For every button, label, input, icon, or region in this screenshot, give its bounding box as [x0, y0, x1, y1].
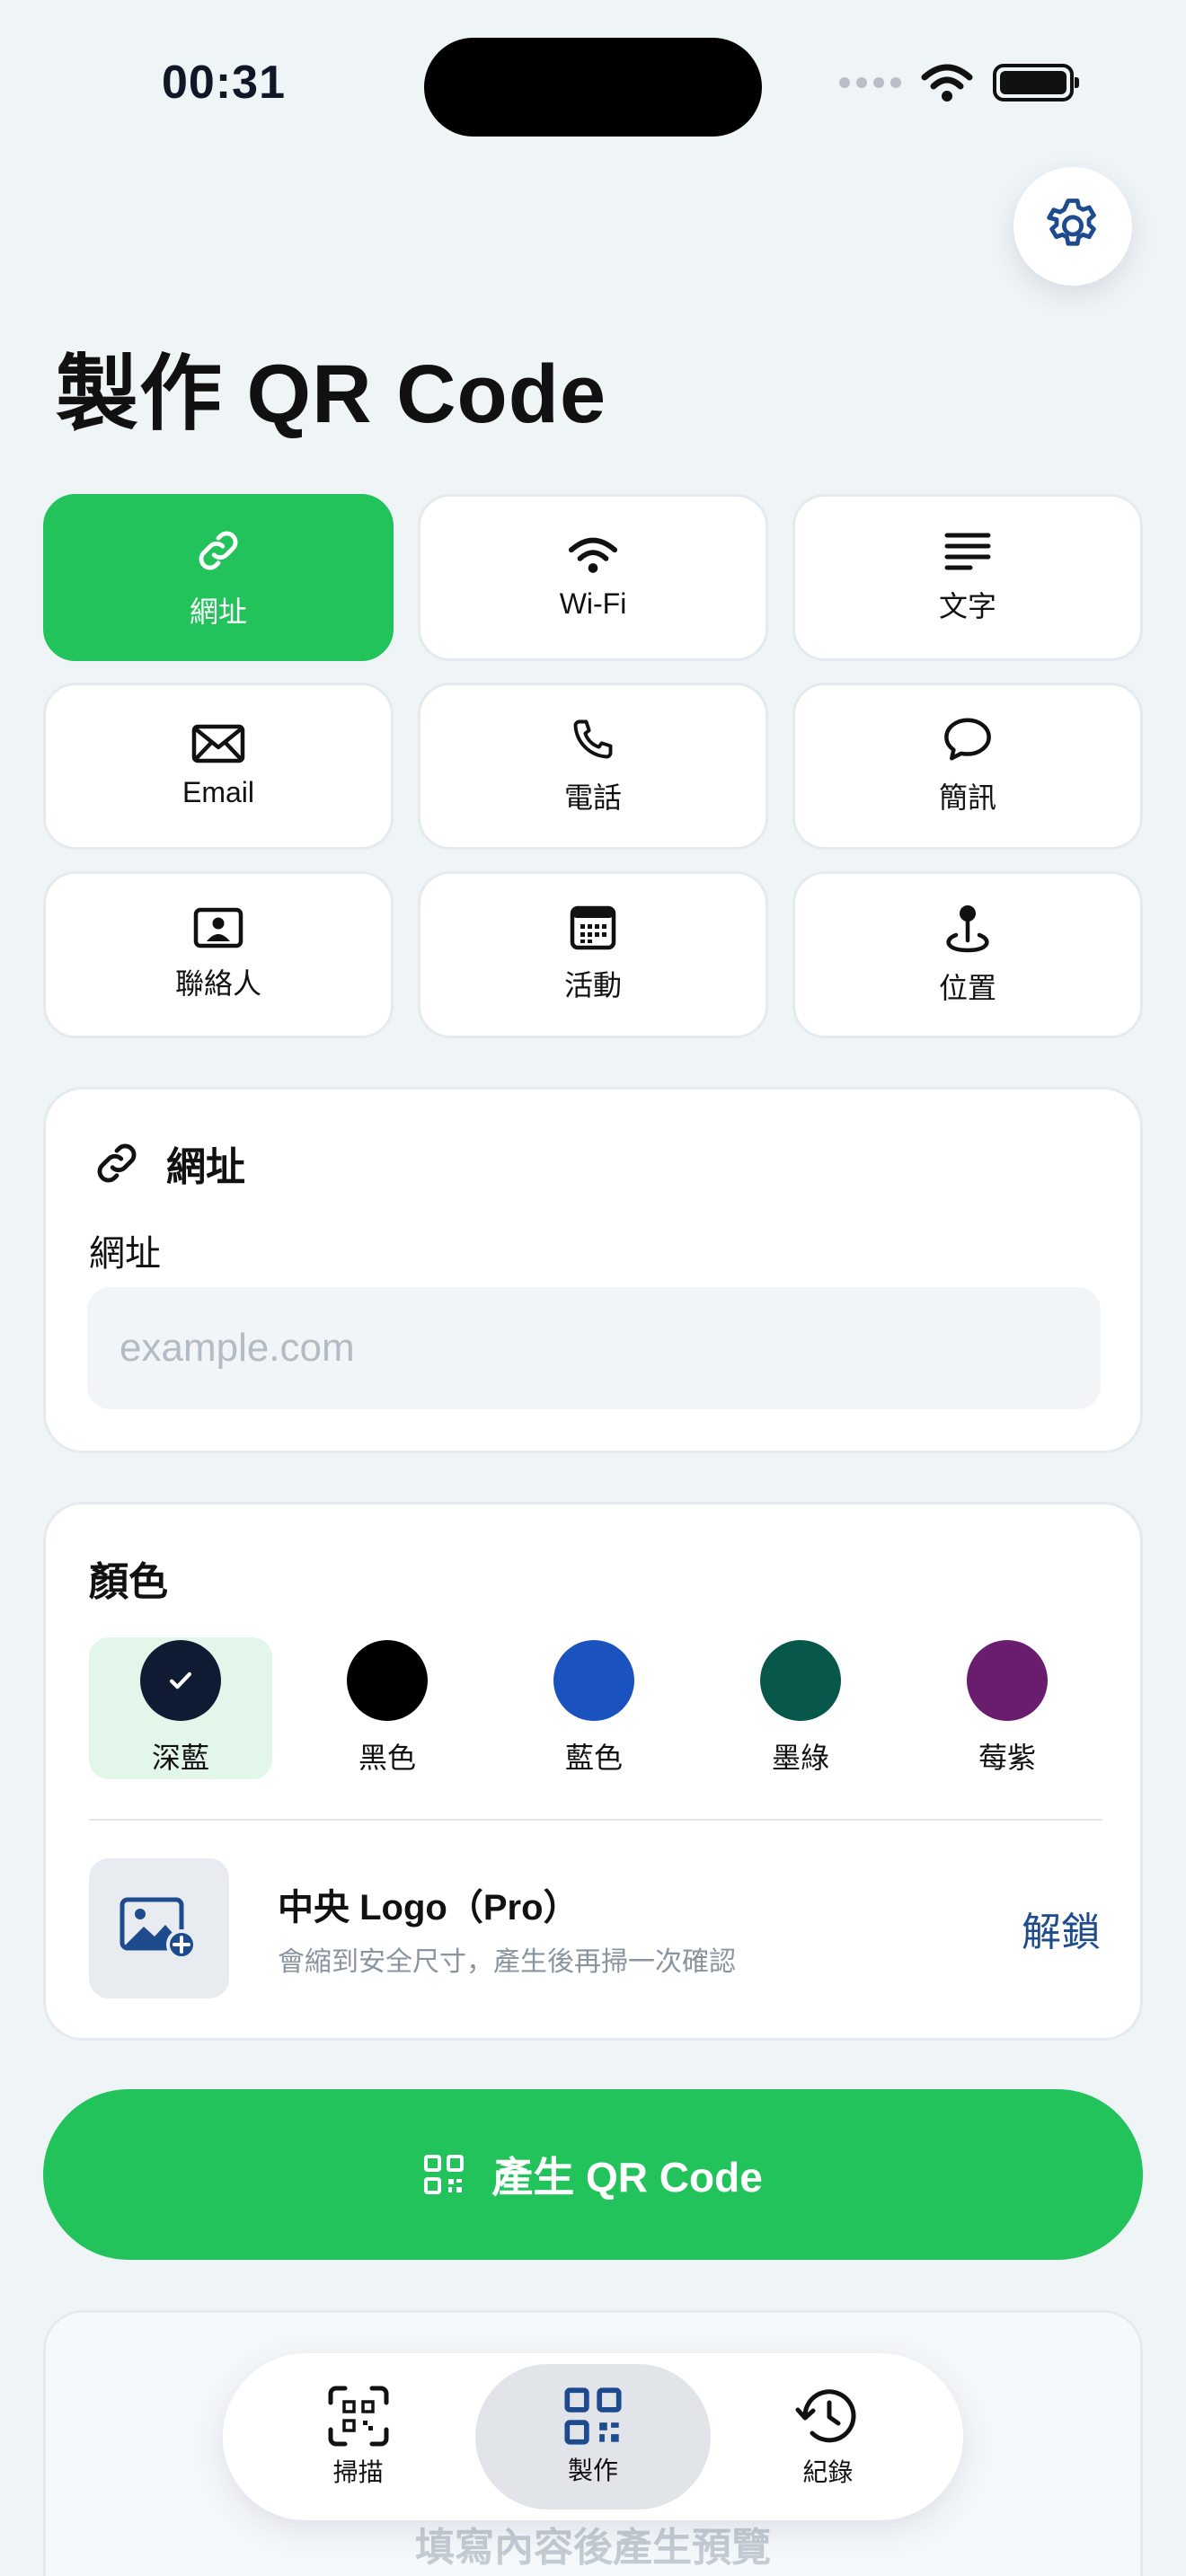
center-logo-row: 中央 Logo（Pro） 會縮到安全尺寸，產生後再掃一次確認 解鎖 [89, 1858, 1104, 1998]
tab-scan[interactable]: 掃描 [241, 2364, 475, 2510]
tab-create[interactable]: 製作 [475, 2364, 711, 2510]
battery-icon [993, 64, 1079, 101]
dynamic-island [424, 38, 762, 137]
type-tile-url[interactable]: 網址 [43, 494, 394, 661]
swatch-dot [967, 1640, 1048, 1721]
qr-code-icon [564, 2387, 622, 2445]
tab-bar: 掃描 製作 紀錄 [223, 2353, 963, 2520]
type-tile-contact[interactable]: 聯絡人 [43, 871, 394, 1038]
link-icon [199, 531, 238, 570]
logo-text: 中央 Logo（Pro） 會縮到安全尺寸，產生後再掃一次確認 [278, 1878, 1022, 1979]
type-label: Email [181, 775, 254, 808]
swatch-label: 黑色 [358, 1742, 416, 1774]
type-label: 活動 [563, 969, 622, 1001]
url-input[interactable] [87, 1287, 1101, 1409]
swatch-navy[interactable]: 深藍 [89, 1637, 272, 1779]
swatch-label: 藍色 [564, 1742, 623, 1774]
swatch-dot [553, 1640, 634, 1721]
phone-icon [573, 719, 613, 759]
type-tile-wifi[interactable]: Wi-Fi [418, 494, 768, 661]
swatch-label: 深藍 [151, 1742, 209, 1774]
page-title: 製作 QR Code [56, 348, 607, 440]
type-label: 電話 [563, 781, 622, 814]
qr-code-icon [424, 2155, 465, 2194]
scan-qr-icon [328, 2386, 389, 2447]
type-tile-event[interactable]: 活動 [418, 871, 768, 1038]
color-card-title: 顏色 [89, 1560, 168, 1604]
type-tile-sms[interactable]: 簡訊 [792, 683, 1143, 850]
type-label: 網址 [189, 595, 247, 628]
tab-label: 掃描 [332, 2458, 384, 2486]
qr-type-grid: 網址 Wi-Fi 文字 Email 電話 簡訊 聯絡人 活動 位置 [43, 494, 1143, 1038]
swatch-label: 莓紫 [978, 1742, 1036, 1774]
type-tile-email[interactable]: Email [43, 683, 394, 850]
envelope-icon [191, 724, 245, 763]
wifi-status-icon [921, 64, 973, 101]
type-label: 簡訊 [938, 781, 996, 814]
swatch-dark-green[interactable]: 墨綠 [709, 1637, 892, 1779]
type-label: 位置 [938, 972, 996, 1004]
unlock-link[interactable]: 解鎖 [1022, 1900, 1101, 1957]
swatch-dot [140, 1640, 221, 1721]
swatch-label: 墨綠 [771, 1742, 829, 1774]
type-tile-text[interactable]: 文字 [792, 494, 1143, 661]
status-indicators [839, 63, 1079, 102]
type-label: 文字 [938, 590, 996, 622]
url-card-header: 網址 [91, 1134, 245, 1192]
color-card: 顏色 深藍 黑色 藍色 墨綠 莓紫 中央 Logo（Pro） 會縮到安全尺寸，產… [43, 1502, 1143, 2041]
type-label: 聯絡人 [174, 967, 261, 1000]
color-swatches: 深藍 黑色 藍色 墨綠 莓紫 [89, 1637, 1104, 1779]
swatch-berry-purple[interactable]: 莓紫 [916, 1637, 1099, 1779]
cellular-signal-icon [839, 77, 901, 88]
swatch-blue[interactable]: 藍色 [502, 1637, 686, 1779]
tab-label: 紀錄 [802, 2458, 854, 2486]
text-lines-icon [944, 533, 991, 570]
type-tile-location[interactable]: 位置 [792, 871, 1143, 1038]
history-icon [795, 2389, 856, 2443]
preview-hint: 填寫內容後產生預覽 [415, 2526, 771, 2570]
url-card-heading: 網址 [166, 1145, 245, 1189]
wifi-icon [568, 537, 618, 573]
gear-icon [1047, 198, 1096, 246]
type-label: Wi-Fi [559, 587, 627, 620]
calendar-icon [570, 905, 616, 950]
url-field-label: 網址 [89, 1234, 161, 1274]
contact-card-icon [193, 907, 243, 948]
logo-subtitle: 會縮到安全尺寸，產生後再掃一次確認 [278, 1947, 736, 1977]
settings-button[interactable] [1013, 167, 1132, 286]
swatch-black[interactable]: 黑色 [296, 1637, 479, 1779]
swatch-dot [760, 1640, 841, 1721]
checkmark-icon [169, 1672, 192, 1689]
logo-title: 中央 Logo（Pro） [278, 1888, 580, 1928]
logo-placeholder[interactable] [89, 1858, 229, 1998]
tab-history[interactable]: 紀錄 [711, 2364, 945, 2510]
url-input-card: 網址 網址 [43, 1087, 1143, 1453]
status-time: 00:31 [162, 57, 286, 109]
location-pin-icon [946, 905, 989, 953]
link-icon [97, 1143, 137, 1183]
add-image-icon [119, 1897, 197, 1960]
divider [89, 1819, 1102, 1821]
message-bubble-icon [944, 718, 991, 761]
generate-label: 產生 QR Code [491, 2154, 763, 2201]
type-tile-phone[interactable]: 電話 [418, 683, 768, 850]
generate-button[interactable]: 產生 QR Code [43, 2089, 1143, 2260]
swatch-dot [347, 1640, 428, 1721]
tab-label: 製作 [567, 2457, 618, 2484]
